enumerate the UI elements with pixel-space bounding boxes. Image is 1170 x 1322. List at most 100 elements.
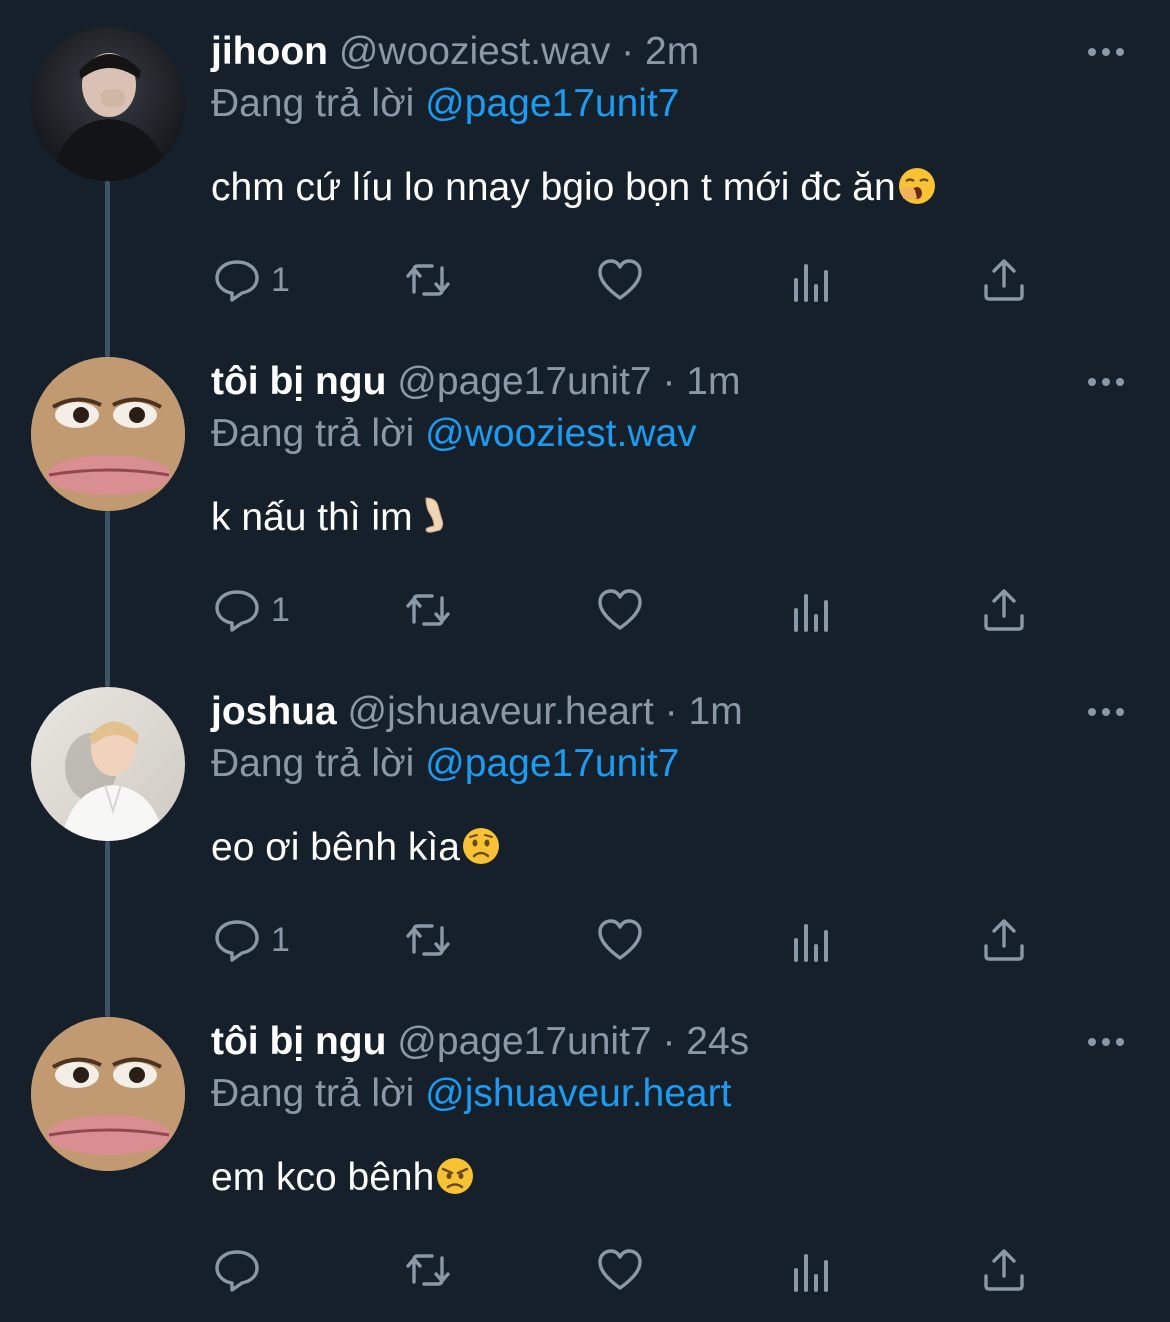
tweet-actions	[0, 1242, 1170, 1298]
heart-icon	[598, 589, 642, 630]
share-icon	[984, 259, 1024, 301]
tweet[interactable]: joshua @jshuaveur.heart · 1m Đang trả lờ…	[0, 660, 1170, 990]
timestamp[interactable]: 1m	[686, 360, 740, 403]
views-button[interactable]	[788, 582, 836, 638]
views-button[interactable]	[788, 252, 836, 308]
reply-button[interactable]: 1	[213, 582, 290, 638]
reply-icon	[215, 260, 259, 302]
mention-link[interactable]: @wooziest.wav	[425, 412, 697, 455]
bar-chart-icon	[794, 924, 828, 962]
tweet-header: jihoon @wooziest.wav · 2m	[211, 28, 699, 76]
reply-button[interactable]: 1	[213, 252, 290, 308]
tweet-text: eo ơi bênh kìa	[211, 822, 501, 874]
mention-link[interactable]: @page17unit7	[425, 742, 679, 785]
user-handle[interactable]: @wooziest.wav	[339, 30, 611, 73]
replying-to-label: Đang trả lời	[211, 82, 415, 125]
share-button[interactable]	[980, 1242, 1028, 1298]
tweet-actions: 1	[0, 912, 1170, 968]
tweet-text: chm cứ líu lo nnay bgio bọn t mới đc ăn	[211, 162, 937, 214]
like-button[interactable]	[596, 912, 644, 968]
timestamp[interactable]: 24s	[686, 1020, 749, 1063]
replying-to-label: Đang trả lời	[211, 1072, 415, 1115]
display-name[interactable]: joshua	[211, 690, 337, 733]
reply-icon	[215, 590, 259, 632]
heart-icon	[598, 919, 642, 960]
retweet-button[interactable]	[404, 582, 452, 638]
share-button[interactable]	[980, 912, 1028, 968]
tweet-text-content: k nấu thì im	[211, 496, 413, 539]
worried-face-emoji	[462, 828, 499, 864]
display-name[interactable]: jihoon	[211, 30, 328, 73]
display-name[interactable]: tôi bị ngu	[211, 360, 386, 403]
user-handle[interactable]: @jshuaveur.heart	[348, 690, 654, 733]
display-name[interactable]: tôi bị ngu	[211, 1020, 386, 1063]
replying-to-label: Đang trả lời	[211, 742, 415, 785]
user-handle[interactable]: @page17unit7	[397, 1020, 651, 1063]
more-options-icon[interactable]	[1086, 1034, 1126, 1050]
more-options-icon[interactable]	[1086, 374, 1126, 390]
tweet[interactable]: tôi bị ngu @page17unit7 · 24s Đang trả l…	[0, 990, 1170, 1320]
more-options-icon[interactable]	[1086, 44, 1126, 60]
avatar[interactable]	[31, 687, 185, 841]
reply-icon	[215, 1250, 259, 1292]
avatar[interactable]	[31, 357, 185, 511]
tweet-text-content: eo ơi bênh kìa	[211, 826, 460, 869]
mention-link[interactable]: @page17unit7	[425, 82, 679, 125]
replying-to: Đang trả lời @page17unit7	[211, 80, 679, 128]
yawning-face-emoji	[898, 168, 935, 204]
reply-button[interactable]: 1	[213, 912, 290, 968]
bar-chart-icon	[794, 594, 828, 632]
tweet-actions: 1	[0, 582, 1170, 638]
avatar-photo-image	[31, 687, 185, 841]
avatar[interactable]	[31, 1017, 185, 1171]
reply-count: 1	[271, 591, 290, 629]
bar-chart-icon	[794, 264, 828, 302]
retweet-button[interactable]	[404, 252, 452, 308]
share-icon	[984, 589, 1024, 631]
views-button[interactable]	[788, 912, 836, 968]
tweet-actions: 1	[0, 252, 1170, 308]
bar-chart-icon	[794, 1254, 828, 1292]
retweet-button[interactable]	[404, 1242, 452, 1298]
avatar-photo-image	[31, 27, 185, 181]
separator-dot: ·	[621, 30, 635, 73]
leg-emoji	[425, 497, 443, 533]
separator-dot: ·	[662, 360, 676, 403]
angry-face-emoji	[437, 1158, 474, 1194]
reply-icon	[215, 920, 259, 962]
avatar-meme-face-image	[31, 1017, 185, 1171]
timestamp[interactable]: 2m	[645, 30, 699, 73]
timestamp[interactable]: 1m	[689, 690, 743, 733]
tweet-text-content: em kco bênh	[211, 1156, 435, 1199]
heart-icon	[598, 1249, 642, 1290]
user-handle[interactable]: @page17unit7	[397, 360, 651, 403]
tweet-text: em kco bênh	[211, 1152, 475, 1204]
tweet-text-content: chm cứ líu lo nnay bgio bọn t mới đc ăn	[211, 166, 896, 209]
share-button[interactable]	[980, 252, 1028, 308]
share-button[interactable]	[980, 582, 1028, 638]
share-icon	[984, 919, 1024, 961]
tweet-header: tôi bị ngu @page17unit7 · 1m	[211, 358, 740, 406]
like-button[interactable]	[596, 252, 644, 308]
retweet-button[interactable]	[404, 912, 452, 968]
tweet-text: k nấu thì im	[211, 492, 454, 544]
reply-button[interactable]	[213, 1242, 271, 1298]
separator-dot: ·	[664, 690, 678, 733]
retweet-icon	[406, 924, 450, 956]
mention-link[interactable]: @jshuaveur.heart	[425, 1072, 731, 1115]
tweet-header: joshua @jshuaveur.heart · 1m	[211, 688, 743, 736]
like-button[interactable]	[596, 582, 644, 638]
avatar[interactable]	[31, 27, 185, 181]
more-options-icon[interactable]	[1086, 704, 1126, 720]
retweet-icon	[406, 594, 450, 626]
views-button[interactable]	[788, 1242, 836, 1298]
tweet[interactable]: jihoon @wooziest.wav · 2m Đang trả lời @…	[0, 0, 1170, 330]
reply-thread: jihoon @wooziest.wav · 2m Đang trả lời @…	[0, 0, 1170, 1322]
replying-to: Đang trả lời @wooziest.wav	[211, 410, 697, 458]
tweet[interactable]: tôi bị ngu @page17unit7 · 1m Đang trả lờ…	[0, 330, 1170, 660]
replying-to: Đang trả lời @page17unit7	[211, 740, 679, 788]
separator-dot: ·	[662, 1020, 676, 1063]
replying-to-label: Đang trả lời	[211, 412, 415, 455]
like-button[interactable]	[596, 1242, 644, 1298]
share-icon	[984, 1249, 1024, 1291]
